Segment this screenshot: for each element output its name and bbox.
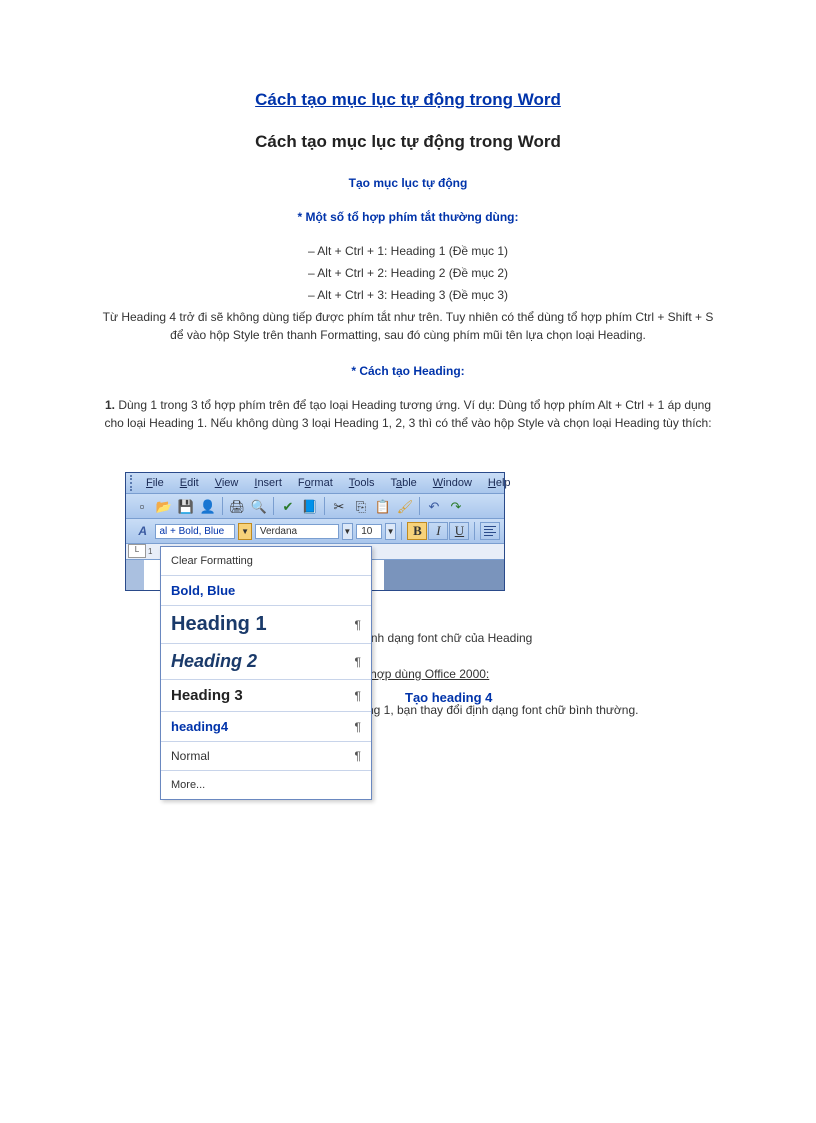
style-option-bold-blue[interactable]: Bold, Blue — [161, 576, 371, 606]
style-option-clear-formatting[interactable]: Clear Formatting — [161, 547, 371, 576]
underline-button[interactable]: U — [449, 522, 469, 540]
formatting-toolbar: A al + Bold, Blue ▼ Verdana ▼ 10 ▼ B I U — [126, 519, 504, 544]
permission-icon[interactable]: 👤 — [198, 496, 218, 516]
standard-toolbar: ▫ 📂 💾 👤 🖨 🔍 ✔ 📘 ✂ ⎘ 📋 🖌 ↶ ↷ — [126, 494, 504, 519]
style-dropdown-list: Clear Formatting Bold, Blue Heading 1 ¶ … — [160, 546, 372, 800]
pilcrow-icon: ¶ — [355, 689, 361, 703]
paragraph-after-shortcuts: Từ Heading 4 trở đi sẽ không dùng tiếp đ… — [95, 308, 721, 344]
pilcrow-icon: ¶ — [355, 618, 361, 632]
style-option-heading-2[interactable]: Heading 2 ¶ — [161, 644, 371, 680]
redo-icon[interactable]: ↷ — [446, 496, 466, 516]
step-1: 1. Dùng 1 trong 3 tổ hợp phím trên để tạ… — [95, 396, 721, 432]
section-create-heading: * Cách tạo Heading: — [95, 364, 721, 378]
step-1-text: Dùng 1 trong 3 tổ hợp phím trên để tạo l… — [104, 398, 711, 430]
style-option-label: heading4 — [171, 719, 228, 734]
style-option-label: More... — [171, 779, 205, 791]
style-dropdown-arrow-icon[interactable]: ▼ — [238, 523, 252, 540]
menu-insert[interactable]: Insert — [246, 475, 290, 491]
paste-icon[interactable]: 📋 — [373, 496, 393, 516]
open-icon[interactable]: 📂 — [154, 496, 174, 516]
style-option-label: Normal — [171, 749, 210, 763]
font-size-selector[interactable]: 10 — [356, 524, 382, 539]
shortcut-line-1: – Alt + Ctrl + 1: Heading 1 (Đề mục 1) — [95, 242, 721, 260]
ruler-tick: 1 — [148, 547, 152, 556]
italic-button[interactable]: I — [428, 522, 448, 540]
toolbar-separator — [474, 522, 475, 540]
menu-window[interactable]: Window — [425, 475, 480, 491]
pilcrow-icon: ¶ — [355, 720, 361, 734]
undo-icon[interactable]: ↶ — [424, 496, 444, 516]
style-option-label: Heading 3 — [171, 687, 243, 704]
toolbar-grip-icon — [130, 475, 132, 491]
style-option-normal[interactable]: Normal ¶ — [161, 742, 371, 771]
menu-file[interactable]: File — [138, 475, 172, 491]
research-icon[interactable]: 📘 — [300, 496, 320, 516]
annotation-create-heading-4: Tạo heading 4 — [405, 690, 492, 705]
print-icon[interactable]: 🖨 — [227, 496, 247, 516]
style-selector[interactable]: al + Bold, Blue — [155, 524, 235, 539]
pilcrow-icon: ¶ — [355, 749, 361, 763]
shortcut-line-3: – Alt + Ctrl + 3: Heading 3 (Đề mục 3) — [95, 286, 721, 304]
vertical-ruler — [126, 560, 144, 590]
toolbar-separator — [222, 497, 223, 515]
style-option-label: Heading 1 — [171, 613, 267, 636]
print-preview-icon[interactable]: 🔍 — [249, 496, 269, 516]
cut-icon[interactable]: ✂ — [329, 496, 349, 516]
biu-group: B I U — [407, 522, 469, 540]
toolbar-separator — [419, 497, 420, 515]
menu-table[interactable]: Table — [382, 475, 424, 491]
font-dropdown-arrow-icon[interactable]: ▼ — [342, 523, 354, 540]
save-icon[interactable]: 💾 — [176, 496, 196, 516]
section-shortcuts: * Một số tổ hợp phím tắt thường dùng: — [95, 210, 721, 224]
style-option-heading-3[interactable]: Heading 3 ¶ — [161, 680, 371, 712]
shortcut-line-2: – Alt + Ctrl + 2: Heading 2 (Đề mục 2) — [95, 264, 721, 282]
menu-edit[interactable]: Edit — [172, 475, 207, 491]
font-selector[interactable]: Verdana — [255, 524, 339, 539]
style-option-heading-4[interactable]: heading4 ¶ — [161, 712, 371, 742]
menu-tools[interactable]: Tools — [341, 475, 383, 491]
toolbar-separator — [401, 522, 402, 540]
style-option-heading-1[interactable]: Heading 1 ¶ — [161, 606, 371, 644]
menu-view[interactable]: View — [207, 475, 247, 491]
copy-icon[interactable]: ⎘ — [351, 496, 371, 516]
section-auto-toc: Tạo mục lục tự động — [95, 176, 721, 190]
page-title: Cách tạo mục lục tự động trong Word — [95, 132, 721, 152]
style-option-label: Heading 2 — [171, 651, 257, 672]
tab-selector-icon[interactable]: L — [128, 544, 146, 558]
format-painter-icon[interactable]: 🖌 — [395, 496, 415, 516]
menu-help[interactable]: Help — [480, 475, 519, 491]
style-option-more[interactable]: More... — [161, 771, 371, 799]
menu-bar: File Edit View Insert Format Tools Table… — [126, 473, 504, 494]
bold-button[interactable]: B — [407, 522, 427, 540]
menu-format[interactable]: Format — [290, 475, 341, 491]
pilcrow-icon: ¶ — [355, 655, 361, 669]
toolbar-separator — [324, 497, 325, 515]
new-doc-icon[interactable]: ▫ — [132, 496, 152, 516]
size-dropdown-arrow-icon[interactable]: ▼ — [385, 523, 397, 540]
word-screenshot: File Edit View Insert Format Tools Table… — [125, 472, 525, 591]
toolbar-separator — [273, 497, 274, 515]
align-left-icon[interactable] — [480, 522, 500, 540]
styles-pane-icon[interactable]: A — [133, 521, 152, 541]
page-title-link[interactable]: Cách tạo mục lục tự động trong Word — [95, 90, 721, 110]
style-option-label: Clear Formatting — [171, 555, 253, 567]
step-1-number: 1. — [105, 398, 115, 412]
spellcheck-icon[interactable]: ✔ — [278, 496, 298, 516]
style-option-label: Bold, Blue — [171, 583, 235, 598]
